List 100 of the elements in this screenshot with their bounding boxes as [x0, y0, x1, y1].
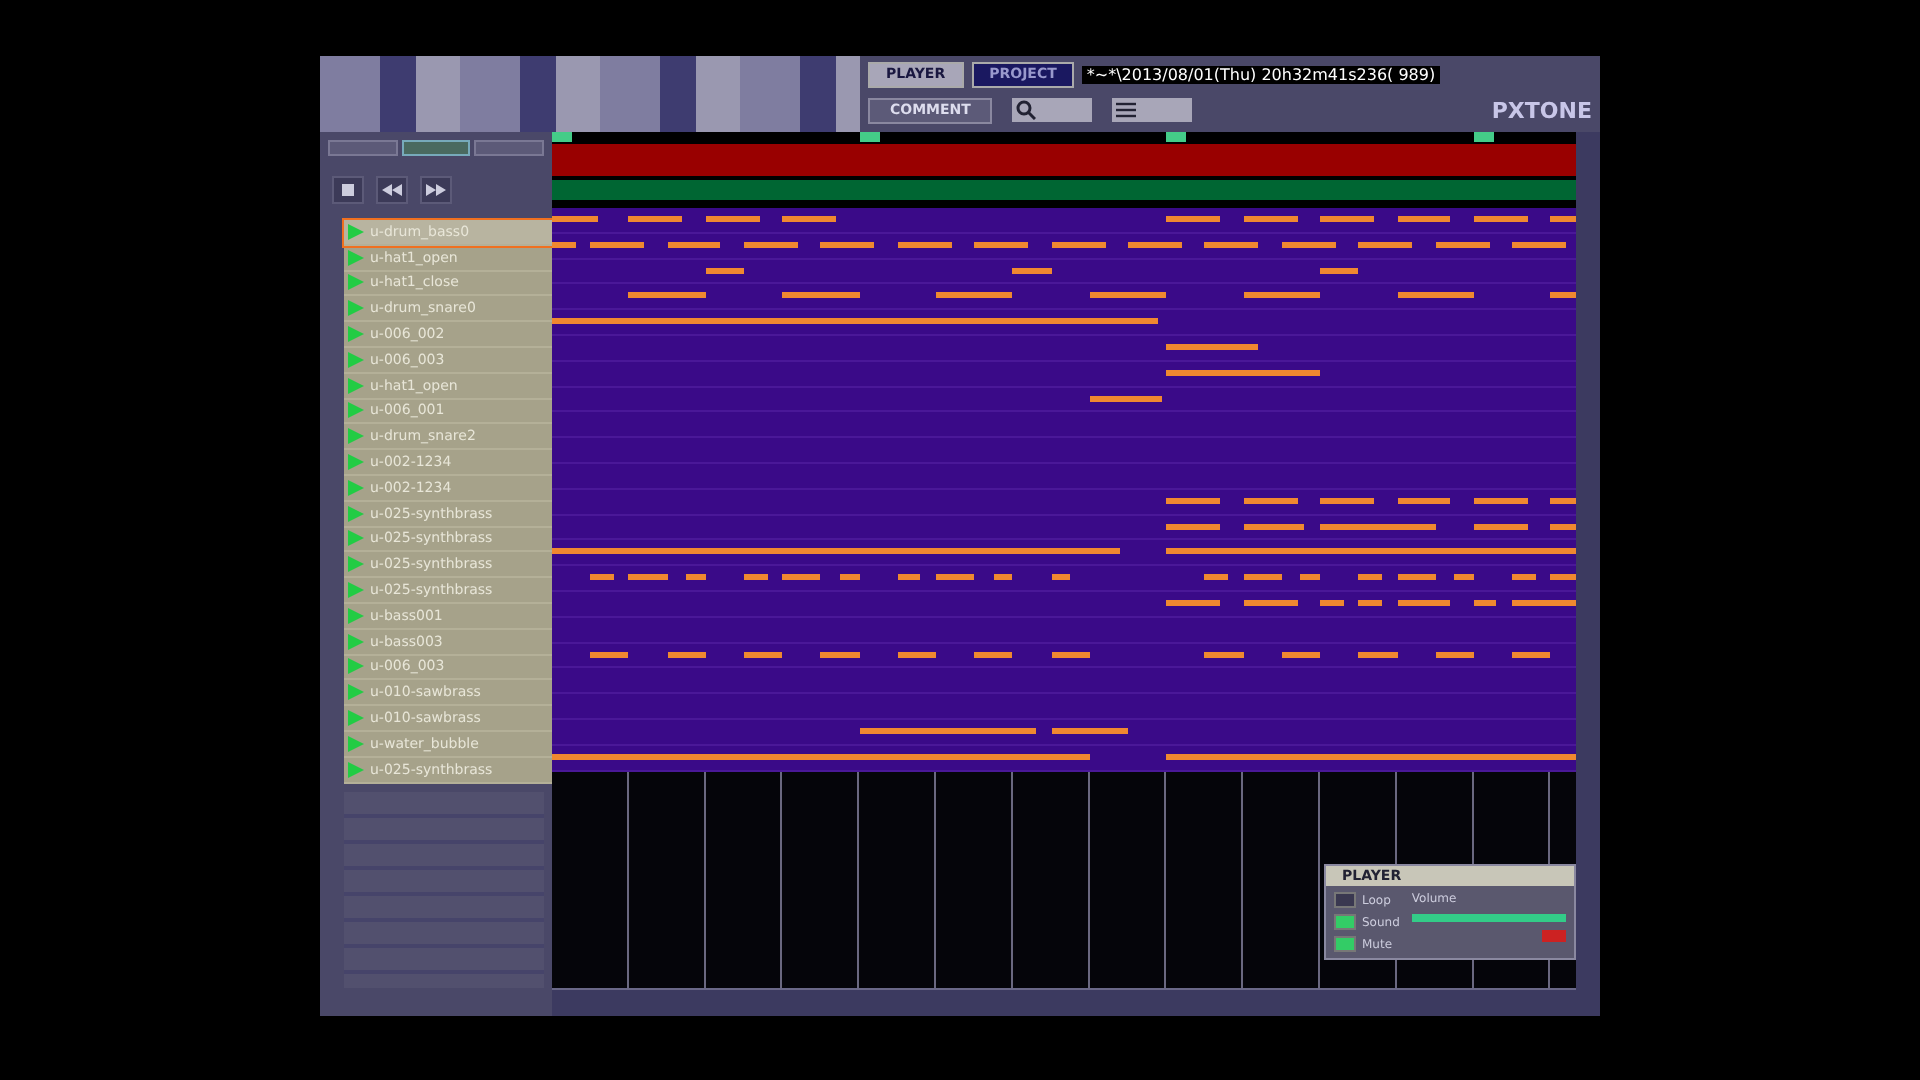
note-bar[interactable]: [1051, 727, 1129, 734]
note-bar[interactable]: [552, 753, 1090, 760]
division-field[interactable]: [1112, 98, 1193, 122]
note-bar[interactable]: [1204, 651, 1244, 658]
note-bar[interactable]: [1243, 497, 1298, 504]
note-bar[interactable]: [1358, 599, 1382, 606]
note-bar[interactable]: [1397, 292, 1474, 299]
note-bar[interactable]: [1397, 216, 1451, 222]
note-bar[interactable]: [667, 651, 706, 658]
note-bar[interactable]: [936, 574, 975, 581]
note-bar[interactable]: [1300, 574, 1321, 581]
note-bar[interactable]: [993, 574, 1013, 581]
note-bar[interactable]: [1166, 523, 1221, 530]
loop-checkbox[interactable]: [1334, 892, 1356, 908]
forward-icon: [426, 184, 446, 196]
note-bar[interactable]: [1128, 241, 1182, 248]
note-bar[interactable]: [897, 651, 937, 658]
note-bar[interactable]: [1204, 574, 1228, 581]
note-bar[interactable]: [1320, 599, 1344, 606]
note-bar[interactable]: [628, 574, 668, 581]
note-bar[interactable]: [1512, 241, 1566, 248]
note-bar[interactable]: [782, 574, 821, 581]
note-bar[interactable]: [590, 574, 614, 581]
panel-tab[interactable]: [401, 140, 471, 156]
note-bar[interactable]: [782, 292, 860, 299]
note-bar[interactable]: [1358, 241, 1413, 248]
note-bar[interactable]: [1512, 574, 1536, 581]
note-bar[interactable]: [1320, 267, 1359, 274]
note-bar[interactable]: [628, 292, 706, 299]
note-bar[interactable]: [1358, 574, 1382, 581]
measure-marker: [1166, 132, 1187, 142]
note-bar[interactable]: [1166, 343, 1259, 350]
note-bar[interactable]: [1089, 395, 1163, 402]
note-bar[interactable]: [590, 241, 645, 248]
note-bar[interactable]: [1204, 241, 1259, 248]
note-bar[interactable]: [840, 574, 860, 581]
note-bar[interactable]: [1243, 574, 1282, 581]
note-bar[interactable]: [667, 241, 721, 248]
note-bar[interactable]: [1166, 369, 1321, 376]
sound-checkbox[interactable]: [1334, 914, 1356, 930]
note-bar[interactable]: [1550, 574, 1576, 581]
note-bar[interactable]: [1397, 497, 1451, 504]
note-bar[interactable]: [1166, 753, 1576, 760]
note-bar[interactable]: [1397, 599, 1451, 606]
note-bar[interactable]: [1473, 523, 1528, 530]
note-bar[interactable]: [1512, 651, 1551, 658]
zoom-field[interactable]: [1012, 98, 1093, 122]
horizontal-scrollbar[interactable]: [552, 988, 1576, 1016]
note-bar[interactable]: [1550, 497, 1576, 504]
grid-lines-icon: [1116, 100, 1137, 120]
note-bar[interactable]: [1550, 292, 1576, 299]
note-bar[interactable]: [744, 241, 798, 248]
note-bar[interactable]: [974, 651, 1013, 658]
note-bar[interactable]: [1051, 651, 1090, 658]
note-bar[interactable]: [1243, 523, 1305, 530]
note-bar[interactable]: [1166, 599, 1221, 606]
note-bar[interactable]: [705, 267, 745, 274]
note-bar[interactable]: [1243, 292, 1321, 299]
note-bar[interactable]: [1166, 548, 1576, 555]
note-bar[interactable]: [1473, 497, 1528, 504]
note-bar[interactable]: [1454, 574, 1474, 581]
vertical-scrollbar[interactable]: [1576, 132, 1600, 1016]
note-bar[interactable]: [590, 651, 629, 658]
note-bar[interactable]: [744, 574, 768, 581]
note-bar[interactable]: [1089, 292, 1167, 299]
forward-button[interactable]: [420, 176, 452, 204]
note-bar[interactable]: [1435, 241, 1490, 248]
note-bar[interactable]: [1435, 651, 1474, 658]
search-icon: [1016, 100, 1037, 120]
note-bar[interactable]: [936, 292, 1013, 299]
measure-marker: [1473, 132, 1494, 142]
note-bar[interactable]: [1473, 599, 1497, 606]
note-bar[interactable]: [897, 574, 921, 581]
note-bar[interactable]: [552, 241, 576, 248]
note-bar[interactable]: [552, 548, 1121, 555]
note-bar[interactable]: [1512, 599, 1576, 606]
note-bar[interactable]: [820, 241, 875, 248]
note-bar[interactable]: [1243, 599, 1298, 606]
mute-checkbox[interactable]: [1334, 936, 1356, 952]
note-bar[interactable]: [1281, 241, 1336, 248]
volume-slider[interactable]: [1411, 914, 1566, 922]
note-bar[interactable]: [1320, 497, 1374, 504]
note-bar[interactable]: [552, 318, 1159, 325]
note-bar[interactable]: [1166, 497, 1221, 504]
note-bar[interactable]: [974, 241, 1029, 248]
note-bar[interactable]: [897, 241, 952, 248]
note-bar[interactable]: [1550, 523, 1576, 530]
rewind-button[interactable]: [376, 176, 408, 204]
note-bar[interactable]: [1051, 574, 1071, 581]
note-bar[interactable]: [820, 651, 860, 658]
note-bar[interactable]: [686, 574, 706, 581]
note-bar[interactable]: [1012, 267, 1052, 274]
note-bar[interactable]: [1051, 241, 1106, 248]
note-bar[interactable]: [744, 651, 783, 658]
stop-button[interactable]: [332, 176, 364, 204]
note-bar[interactable]: [1358, 651, 1397, 658]
note-bar[interactable]: [1397, 574, 1436, 581]
note-bar[interactable]: [1320, 523, 1436, 530]
note-bar[interactable]: [1281, 651, 1321, 658]
note-bar[interactable]: [859, 727, 1036, 734]
